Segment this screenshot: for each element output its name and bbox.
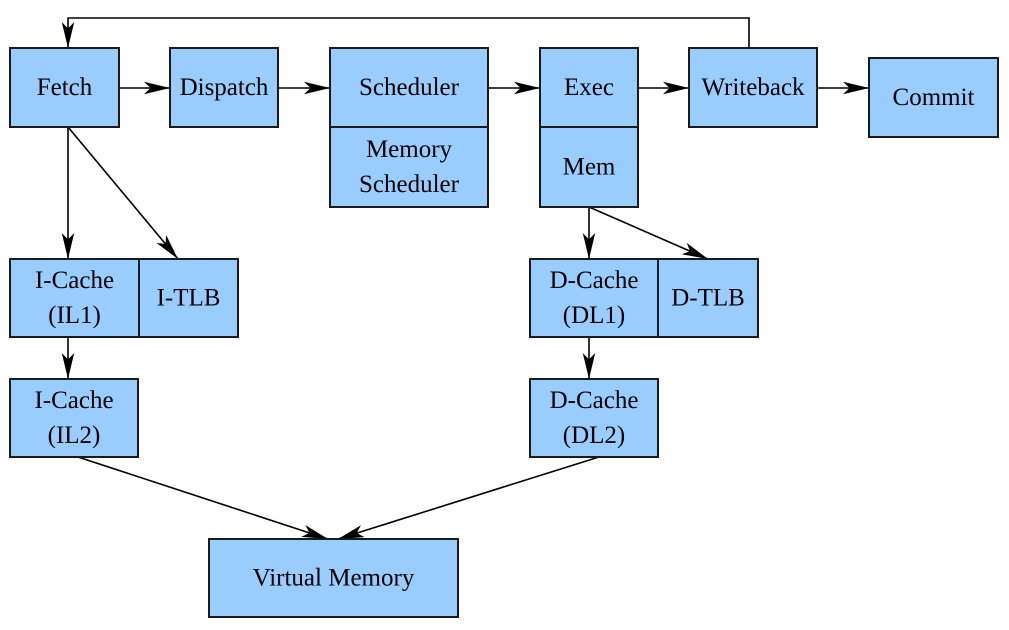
arrow-mem-to-dtlb	[588, 206, 709, 260]
node-exec: Exec	[539, 47, 639, 128]
node-label: I-Cache	[34, 387, 113, 414]
node-label: Writeback	[701, 74, 805, 101]
node-scheduler: Scheduler	[329, 47, 489, 128]
node-commit: Commit	[868, 57, 999, 138]
node-label: Exec	[564, 74, 614, 101]
node-virtual-memory: Virtual Memory	[208, 538, 459, 618]
node-dtlb: D-TLB	[657, 258, 759, 338]
node-icache-il1: I-Cache (IL1)	[9, 258, 140, 338]
node-label: D-Cache	[550, 267, 639, 294]
node-dcache-dl2: D-Cache (DL2)	[529, 378, 659, 458]
node-writeback: Writeback	[688, 47, 818, 128]
node-label: Fetch	[37, 74, 93, 101]
node-label: I-Cache	[35, 267, 114, 294]
node-label: Commit	[893, 84, 975, 111]
pipeline-diagram: Fetch Dispatch Scheduler Memory Scheduler Exe…	[9, 17, 999, 618]
node-label: Scheduler	[359, 74, 460, 101]
node-label: (IL1)	[48, 302, 101, 329]
arrow-dl2-to-virtual-memory	[337, 456, 600, 540]
node-itlb: I-TLB	[138, 258, 239, 338]
node-label: Virtual Memory	[253, 565, 415, 592]
node-fetch: Fetch	[9, 47, 120, 128]
node-label: (DL2)	[563, 422, 625, 449]
node-label: D-TLB	[671, 285, 745, 312]
node-label: (IL2)	[48, 422, 101, 449]
node-dcache-dl1: D-Cache (DL1)	[529, 258, 659, 338]
node-memory-scheduler: Memory Scheduler	[329, 126, 489, 208]
arrow-il2-to-virtual-memory	[77, 456, 329, 540]
node-dispatch: Dispatch	[169, 47, 279, 128]
node-label: (DL1)	[563, 302, 625, 329]
node-label: Memory	[366, 136, 453, 163]
arrow-fetch-to-itlb	[67, 126, 179, 260]
node-label: Dispatch	[180, 74, 269, 101]
node-label: Mem	[563, 154, 616, 181]
node-label: Scheduler	[359, 171, 460, 198]
node-icache-il2: I-Cache (IL2)	[9, 378, 139, 458]
node-mem: Mem	[539, 126, 639, 208]
node-label: I-TLB	[157, 285, 221, 312]
arrow-writeback-to-fetch-feedback	[61, 17, 750, 48]
node-label: D-Cache	[550, 387, 639, 414]
